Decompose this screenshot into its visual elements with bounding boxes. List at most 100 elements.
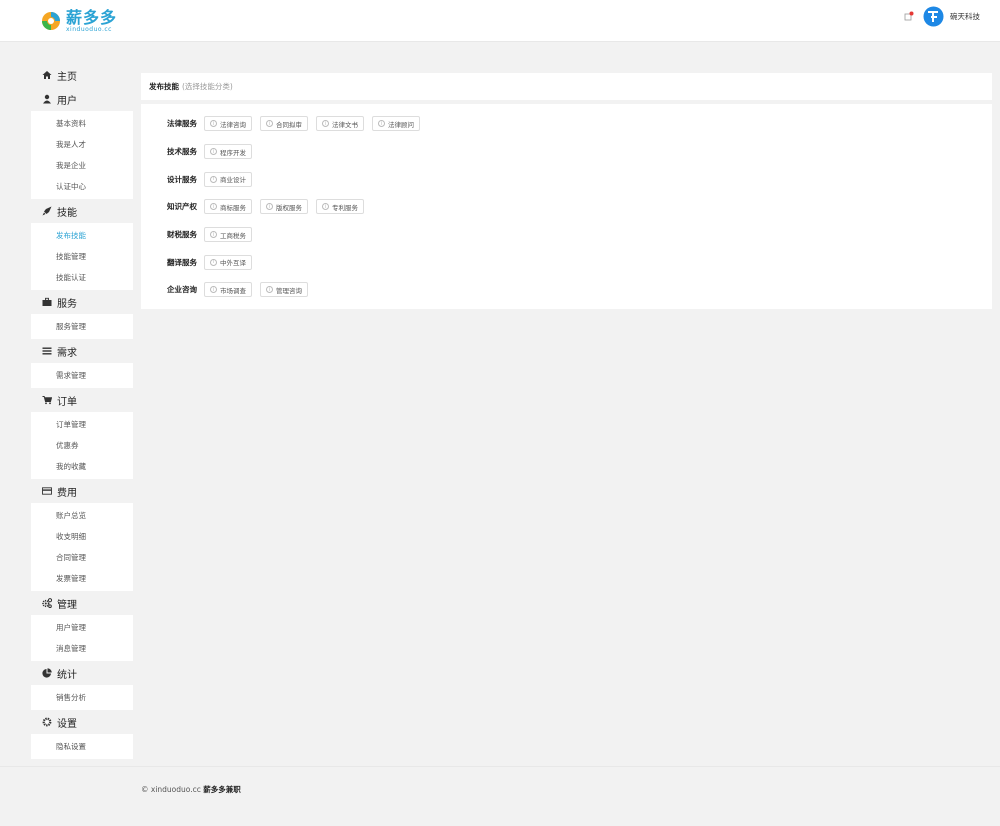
sidebar-submenu: 隐私设置 [31,734,133,759]
sidebar-group-label: 设置 [57,718,77,730]
sidebar-item[interactable]: 需求管理 [31,365,133,386]
skill-tag-button[interactable]: i 中外互译 [204,254,252,270]
sidebar-item[interactable]: 销售分析 [31,687,133,708]
sidebar-submenu: 订单管理 优惠券 我的收藏 [31,412,133,479]
footer: © xinduoduo.cc 薪多多兼职 [0,766,1000,826]
sidebar-submenu: 用户管理 消息管理 [31,615,133,661]
sidebar-submenu: 销售分析 [31,685,133,710]
sidebar-group-9[interactable]: 设置 [31,710,133,734]
sidebar-item[interactable]: 订单管理 [31,414,133,435]
sidebar-group-5[interactable]: 订单 [31,388,133,412]
sidebar-item[interactable]: 我是企业 [31,155,133,176]
sidebar-item[interactable]: 认证中心 [31,176,133,197]
skill-tag-button[interactable]: i 市场调查 [204,282,252,298]
sidebar-item[interactable]: 技能管理 [31,246,133,267]
skill-tag-button[interactable]: i 专利服务 [316,199,364,215]
sidebar-group-label: 主页 [57,71,77,83]
category-row: 翻译服务 i 中外互译 [141,248,992,276]
skill-tag-button[interactable]: i 商业设计 [204,171,252,187]
footer-copyright: © xinduoduo.cc [141,785,201,794]
skill-tag-button[interactable]: i 商标服务 [204,199,252,215]
info-icon: i [266,203,273,211]
rocket-icon [42,206,52,216]
sidebar-group-3[interactable]: 服务 [31,290,133,314]
footer-brand[interactable]: 薪多多兼职 [203,785,241,794]
category-label: 知识产权 [167,202,197,212]
credit-card-icon [42,486,52,496]
sidebar-item[interactable]: 消息管理 [31,638,133,659]
sidebar-group-8[interactable]: 统计 [31,661,133,685]
category-row: 企业咨询 i 市场调查 i 管理咨询 [141,276,992,304]
sidebar-submenu: 需求管理 [31,363,133,388]
logo-mark-icon [41,11,61,31]
sidebar-submenu: 基本资料 我是人才 我是企业 认证中心 [31,111,133,199]
sidebar-item[interactable]: 隐私设置 [31,736,133,757]
sidebar-group-label: 服务 [57,298,77,310]
skill-tag-label: 商标服务 [220,203,246,212]
sidebar-item[interactable]: 账户总览 [31,505,133,526]
skill-tag-label: 程序开发 [220,148,246,157]
category-label: 设计服务 [167,174,197,184]
sidebar-item[interactable]: 合同管理 [31,547,133,568]
notification-icon[interactable] [904,11,914,21]
category-label: 企业咨询 [167,285,197,295]
info-icon: i [210,231,217,239]
sidebar-group-label: 用户 [57,95,77,107]
sidebar-group-2[interactable]: 技能 [31,199,133,223]
info-icon: i [266,286,273,294]
sidebar-item[interactable]: 优惠券 [31,435,133,456]
category-row: 技术服务 i 程序开发 [141,138,992,166]
sidebar-item[interactable]: 我是人才 [31,134,133,155]
gear-icon [42,717,52,727]
category-row: 财税服务 i 工商税务 [141,221,992,249]
skill-tag-button[interactable]: i 法律文书 [316,116,364,132]
sidebar-item[interactable]: 技能认证 [31,267,133,288]
category-label: 财税服务 [167,230,197,240]
sidebar-group-1[interactable]: 用户 [31,87,133,111]
category-row: 知识产权 i 商标服务 i 版权服务 i 专利服务 [141,193,992,221]
logo[interactable]: 薪多多 xinduoduo.cc [41,9,117,35]
sidebar-item[interactable]: 服务管理 [31,316,133,337]
sidebar-group-label: 技能 [57,207,77,219]
sidebar-group-4[interactable]: 需求 [31,339,133,363]
info-icon: i [210,175,217,183]
logo-subtitle: xinduoduo.cc [66,26,112,33]
sidebar-submenu: 发布技能 技能管理 技能认证 [31,223,133,290]
skill-tag-label: 管理咨询 [276,286,302,295]
sidebar-item[interactable]: 收支明细 [31,526,133,547]
panel-header: 发布技能 (选择技能分类) [141,73,992,100]
sidebar-item[interactable]: 基本资料 [31,113,133,134]
skill-tag-label: 商业设计 [220,176,246,185]
skill-tag-label: 法律咨询 [220,120,246,129]
skill-tag-button[interactable]: i 工商税务 [204,227,252,243]
category-panel: 法律服务 i 法律咨询 i 合同拟审 i 法律文书 i 法律顾问 技术服务 i 程序开发 设计服务 i 商业… [141,104,992,309]
skill-tag-button[interactable]: i 管理咨询 [260,282,308,298]
sidebar-item[interactable]: 用户管理 [31,617,133,638]
skill-tag-button[interactable]: i 合同拟审 [260,116,308,132]
skill-tag-button[interactable]: i 法律顾问 [372,116,420,132]
info-icon: i [210,258,217,266]
sidebar-group-7[interactable]: 管理 [31,591,133,615]
skill-tag-label: 合同拟审 [276,120,302,129]
sidebar-item[interactable]: 发票管理 [31,568,133,589]
sidebar-item[interactable]: 发布技能 [31,225,133,246]
sidebar-submenu: 服务管理 [31,314,133,339]
sidebar-group-label: 订单 [57,396,77,408]
sidebar-group-0[interactable]: 主页 [31,63,133,87]
skill-tag-label: 版权服务 [276,203,302,212]
sidebar-group-6[interactable]: 费用 [31,479,133,503]
skill-tag-button[interactable]: i 版权服务 [260,199,308,215]
sidebar-item[interactable]: 我的收藏 [31,456,133,477]
user-icon [42,94,52,104]
cart-icon [42,395,52,405]
info-icon: i [322,120,329,128]
avatar[interactable] [923,5,944,27]
pie-chart-icon [42,668,52,678]
skill-tag-button[interactable]: i 法律咨询 [204,116,252,132]
username[interactable]: 碗天科技 [950,11,980,22]
skill-tag-button[interactable]: i 程序开发 [204,144,252,160]
info-icon: i [210,286,217,294]
skill-tag-label: 中外互译 [220,259,246,268]
sidebar-group-label: 统计 [57,669,77,681]
category-row: 设计服务 i 商业设计 [141,165,992,193]
